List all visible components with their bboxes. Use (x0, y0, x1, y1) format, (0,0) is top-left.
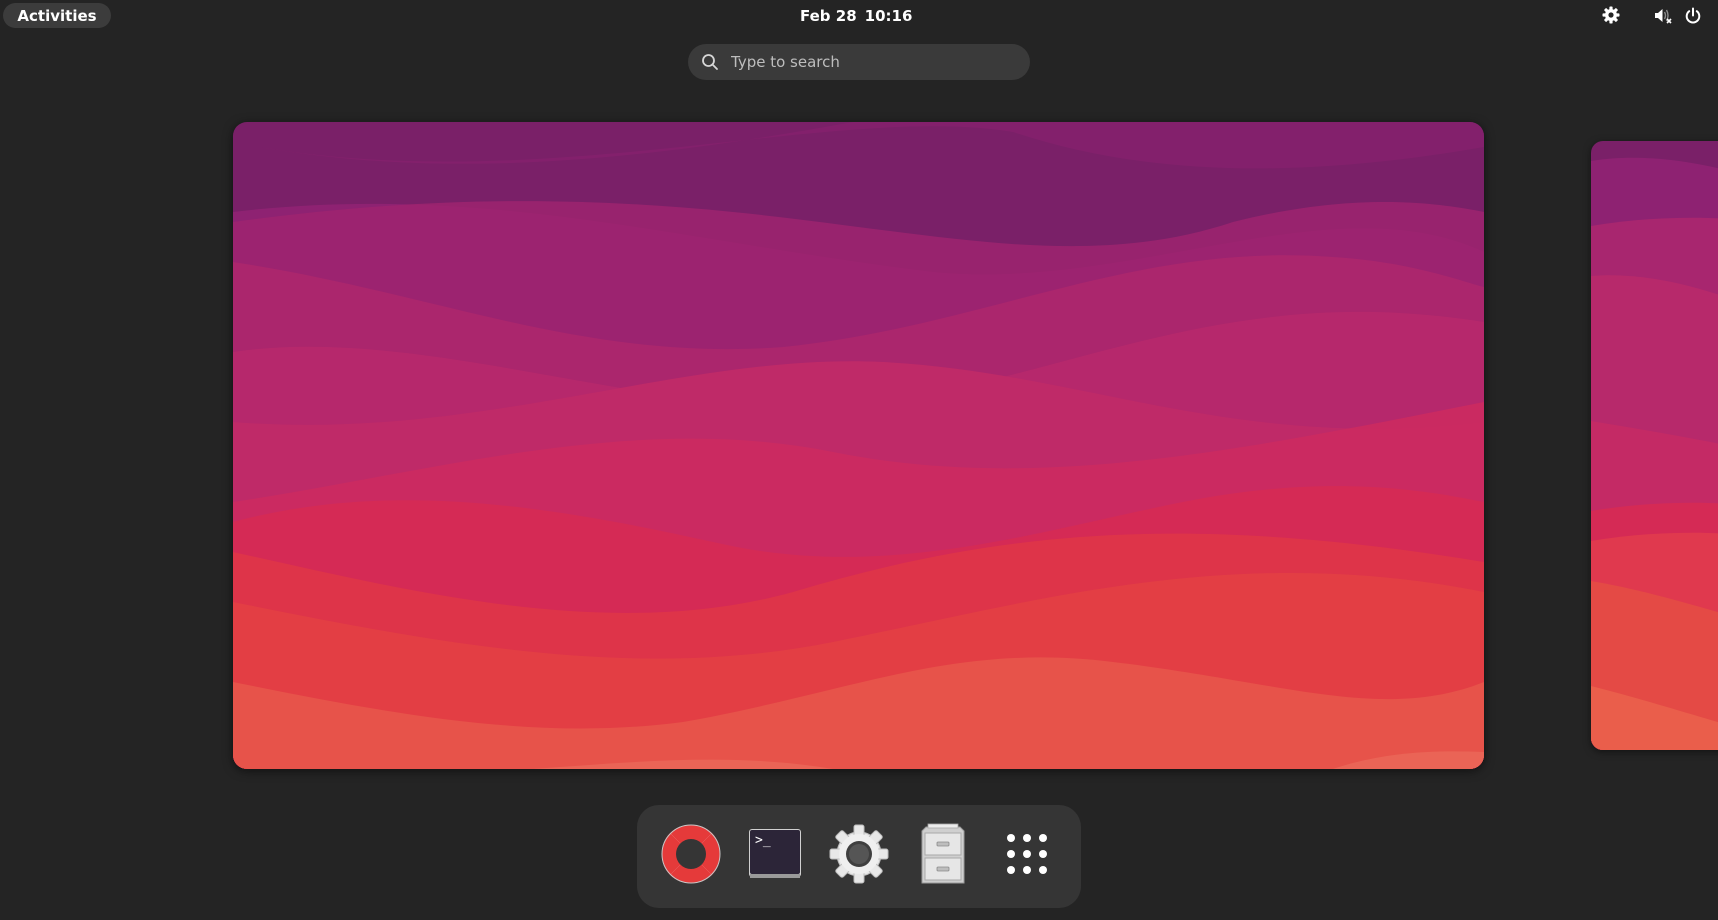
clock-button[interactable]: Feb 28 10:16 (800, 3, 912, 28)
search-box[interactable] (688, 44, 1030, 80)
wallpaper (1591, 141, 1718, 750)
dock-item-files[interactable] (905, 817, 981, 895)
top-bar: Activities Feb 28 10:16 (0, 0, 1718, 31)
dock: >_ (637, 805, 1081, 908)
app-grid-icon (1005, 832, 1049, 880)
svg-text:>_: >_ (755, 833, 771, 848)
volume-muted-icon[interactable] (1653, 6, 1673, 26)
lifebuoy-icon (660, 823, 722, 889)
clock-time: 10:16 (864, 6, 913, 25)
workspace-thumbnail-current[interactable] (233, 122, 1484, 769)
search-icon (701, 53, 719, 71)
terminal-icon: >_ (747, 827, 803, 885)
wallpaper (233, 122, 1484, 769)
settings-gear-icon (828, 823, 890, 889)
dock-item-settings[interactable] (821, 817, 897, 895)
activities-button[interactable]: Activities (3, 3, 111, 28)
power-icon[interactable] (1683, 6, 1703, 26)
gear-icon[interactable] (1601, 5, 1621, 25)
dock-item-terminal[interactable]: >_ (737, 817, 813, 895)
clock-date: Feb 28 (800, 6, 857, 25)
file-cabinet-icon (920, 823, 966, 889)
search-input[interactable] (729, 44, 1030, 80)
dock-item-help[interactable] (653, 817, 729, 895)
workspace-thumbnail-next[interactable] (1591, 141, 1718, 750)
dock-item-show-apps[interactable] (989, 817, 1065, 895)
